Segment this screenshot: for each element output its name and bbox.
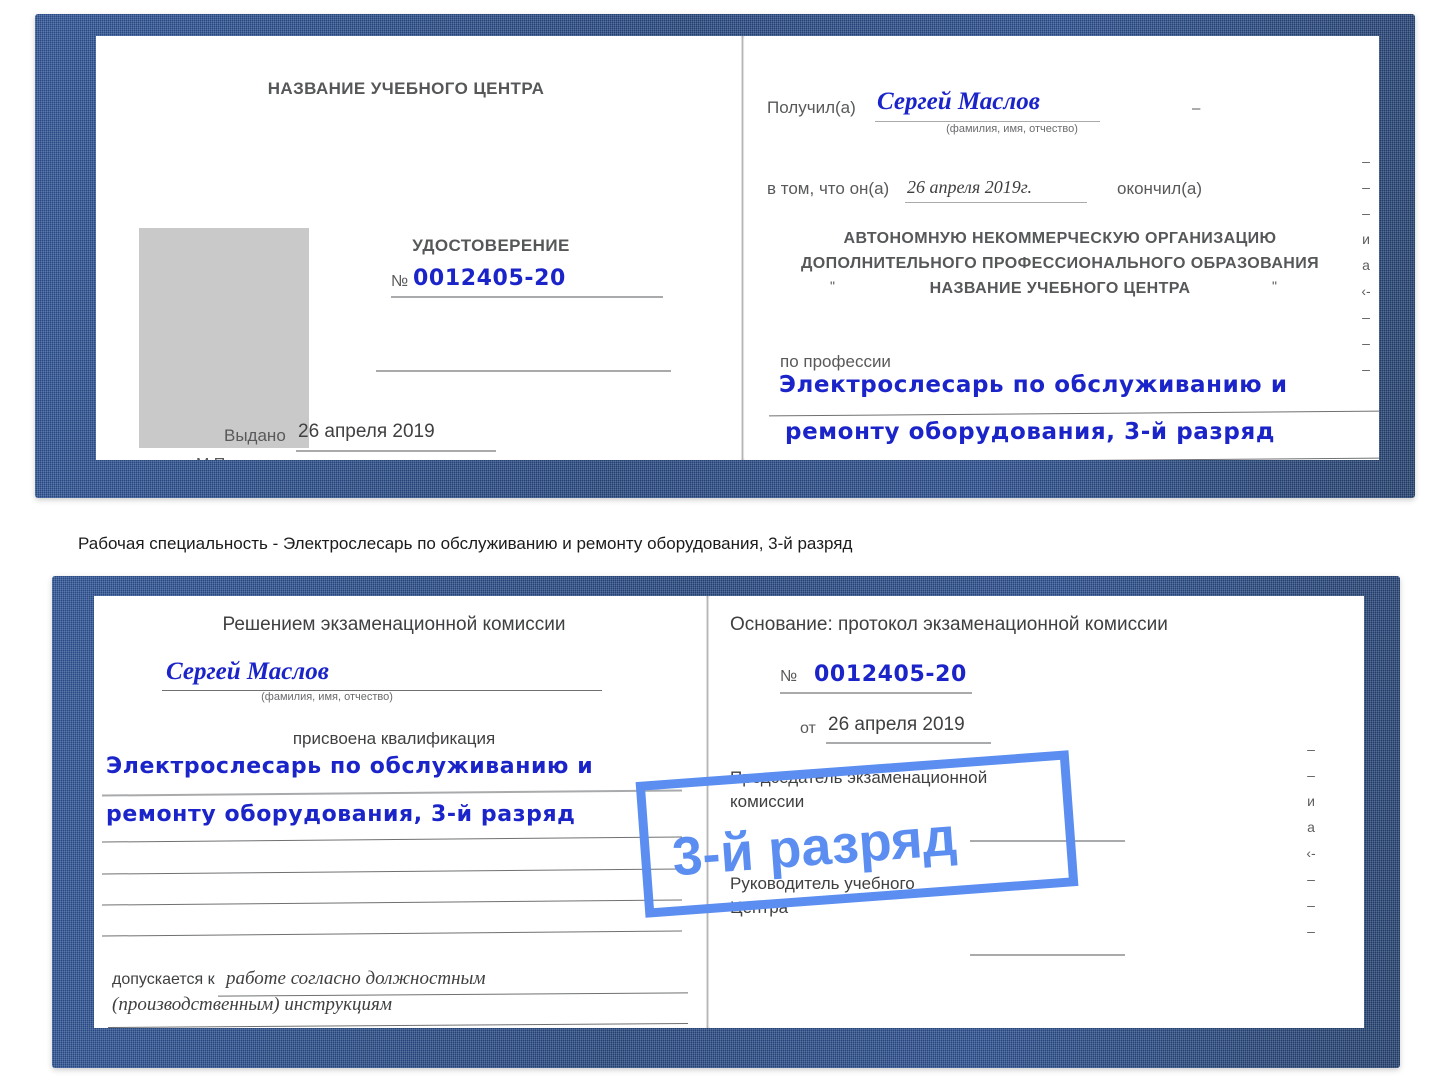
blank-rule-1 [376,370,671,372]
that-he-date-value: 26 апреля 2019г. [907,177,1033,197]
edge-glyph: – [1307,897,1315,913]
edge-glyph: – [1362,205,1370,221]
protocol-number-row: № 0012405-20 [780,662,1110,696]
edge-glyph: ‹- [1361,283,1371,299]
fio-hint: (фамилия, имя, отчество) [946,123,1078,135]
qualification-rule-1 [102,789,682,797]
date-label: от [800,720,816,737]
certificate-top-pages: НАЗВАНИЕ УЧЕБНОГО ЦЕНТРА УДОСТОВЕРЕНИЕ №… [96,36,1379,460]
page-edge-glyph-column: – – – и а ‹- – – – [1355,148,1377,382]
edge-glyph: – [1307,741,1315,757]
person-name-value: Сергей Маслов [166,658,329,685]
screenshot-root: НАЗВАНИЕ УЧЕБНОГО ЦЕНТРА УДОСТОВЕРЕНИЕ №… [0,0,1448,1085]
allowed-value-line-1: работе согласно должностным [226,968,486,989]
certificate-top-left-leaf: НАЗВАНИЕ УЧЕБНОГО ЦЕНТРА УДОСТОВЕРЕНИЕ №… [96,36,741,460]
certificate-top-book: НАЗВАНИЕ УЧЕБНОГО ЦЕНТРА УДОСТОВЕРЕНИЕ №… [35,14,1415,498]
protocol-number-value: 0012405-20 [814,662,967,687]
book-spine-top [741,36,744,460]
edge-glyph: – [1362,179,1370,195]
that-he-label: в том, что он(а) [767,179,890,198]
blank-rule-2 [102,868,682,875]
profession-line-1: Электрослесарь по обслуживанию и [779,372,1288,398]
received-label: Получил(а) [767,98,856,117]
allowed-label: допускается к [112,971,215,988]
caption-text: Рабочая специальность - Электрослесарь п… [78,534,853,553]
commission-decision-heading: Решением экзаменационной комиссии [222,614,566,635]
basis-label: Основание: протокол экзаменационной коми… [730,614,1168,635]
finished-label: окончил(а) [1117,179,1202,198]
edge-glyph: и [1362,231,1370,247]
number-symbol: № [391,273,409,290]
issued-label: Выдано [224,426,286,445]
org-quote-open: " [830,278,835,294]
profession-rule-1 [769,410,1379,417]
qualification-line-1: Электрослесарь по обслуживанию и [106,754,594,779]
edge-glyph: – [1307,923,1315,939]
received-name-value: Сергей Маслов [877,88,1040,115]
certificate-number-row: № 0012405-20 [391,266,681,300]
protocol-date-underline [826,742,991,744]
protocol-number-underline [780,692,972,694]
protocol-date-row: от 26 апреля 2019 [800,712,1130,746]
fio-hint: (фамилия, имя, отчество) [261,691,393,703]
org-line-1: АВТОНОМНУЮ НЕКОММЕРЧЕСКУЮ ОРГАНИЗАЦИЮ [843,230,1277,247]
profession-line-2: ремонту оборудования, 3-й разряд [785,419,1276,445]
finished-row: в том, что он(а) 26 апреля 2019г. окончи… [767,173,1257,207]
org-line-3-row: " НАЗВАНИЕ УЧЕБНОГО ЦЕНТРА " [755,276,1365,301]
qualified-person-row: Сергей Маслов (фамилия, имя, отчество) [124,658,624,704]
edge-glyph: – [1307,767,1315,783]
center-name-title: НАЗВАНИЕ УЧЕБНОГО ЦЕНТРА [267,79,545,98]
edge-glyph: – [1307,871,1315,887]
received-row: Получил(а) Сергей Маслов (фамилия, имя, … [767,88,1237,136]
allowed-value-line-2: (производственным) инструкциям [112,994,392,1015]
allowed-rule-2 [108,1022,688,1028]
org-line-3: НАЗВАНИЕ УЧЕБНОГО ЦЕНТРА [929,280,1191,297]
edge-glyph: а [1307,819,1315,835]
allowed-to-block: допускается к работе согласно должностны… [108,968,706,1028]
edge-glyph: – [1362,153,1370,169]
qualification-rule-2 [102,836,682,843]
issued-value: 26 апреля 2019 [298,421,435,442]
issued-row: Выдано 26 апреля 2019 [224,418,664,454]
number-symbol: № [780,668,798,685]
issued-underline [296,450,496,452]
edge-glyph: – [1362,309,1370,325]
certificate-bottom-left-leaf: Решением экзаменационной комиссии Сергей… [94,596,706,1028]
org-line-2: ДОПОЛНИТЕЛЬНОГО ПРОФЕССИОНАЛЬНОГО ОБРАЗО… [800,255,1320,272]
certificate-top-right-leaf: Получил(а) Сергей Маслов (фамилия, имя, … [745,36,1379,460]
received-underline [875,121,1100,122]
org-quote-close: " [1272,278,1277,294]
document-type-title: УДОСТОВЕРЕНИЕ [412,236,570,255]
edge-glyph: ‹- [1306,845,1316,861]
edge-glyph: а [1362,257,1370,273]
profession-handwritten-block: Электрослесарь по обслуживанию и ремонту… [769,372,1379,460]
edge-glyph: – [1362,335,1370,351]
qualification-line-2: ремонту оборудования, 3-й разряд [106,802,576,827]
blank-rule-3 [102,899,682,906]
edge-glyph: и [1307,793,1315,809]
that-he-underline [905,202,1087,203]
qualification-handwritten-block: Электрослесарь по обслуживанию и ремонту… [102,754,702,974]
blank-rule-4 [102,930,682,937]
number-underline [391,296,663,298]
stamp-label: М.П. [196,456,230,460]
page-edge-glyph-column: – – и а ‹- – – – [1300,736,1322,944]
profession-rule-2 [769,457,1379,460]
edge-glyph: – [1362,361,1370,377]
profession-label: по профессии [780,352,891,371]
photo-placeholder [139,228,309,448]
qualification-label: присвоена квалификация [292,729,496,748]
head-signature-line [970,954,1125,956]
protocol-date-value: 26 апреля 2019 [828,714,965,735]
dash-marker-1: – [1192,100,1201,117]
organisation-block: АВТОНОМНУЮ НЕКОММЕРЧЕСКУЮ ОРГАНИЗАЦИЮ ДО… [755,226,1365,301]
certificate-number-value: 0012405-20 [413,266,566,291]
